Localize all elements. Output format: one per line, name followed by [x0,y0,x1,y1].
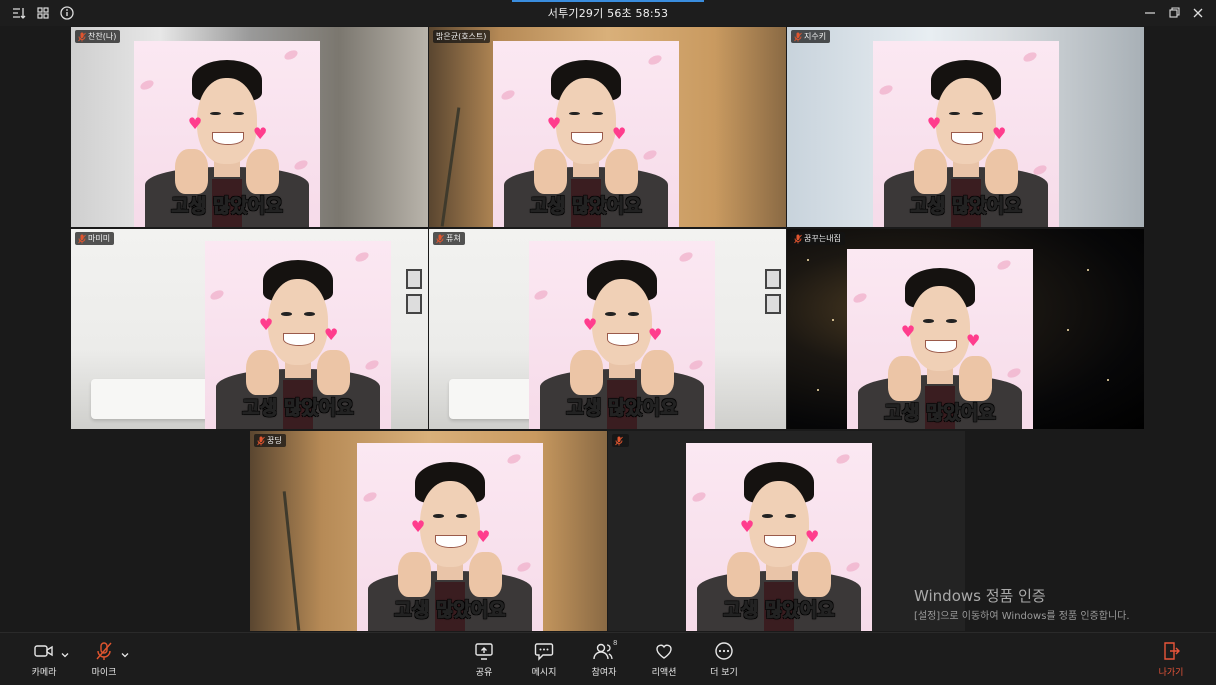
muted-mic-icon [96,642,112,660]
video-feed: ♥ ♥ 고생 많았어요 [493,41,679,227]
participant-nametag [612,434,629,447]
chat-icon [534,643,554,661]
minimize-icon[interactable] [1142,5,1158,21]
activation-watermark-subtitle: [설정]으로 이동하여 Windows를 정품 인증합니다. [914,611,1130,622]
camera-label: 카메라 [31,668,57,678]
more-button[interactable]: 더 보기 [696,641,752,681]
share-screen-icon [475,643,493,660]
reaction-button[interactable]: 리액션 [636,641,692,681]
video-feed: ♥ ♥ 고생 많았어요 [873,41,1059,227]
video-tile[interactable]: ♥ ♥ 고생 많았어요 마미미 [71,229,428,429]
video-caption: 고생 많았어요 [884,401,997,424]
message-label: 메시지 [531,668,557,678]
muted-mic-icon [78,32,86,41]
muted-mic-icon [794,32,802,41]
share-label: 공유 [475,668,493,678]
exit-door-icon [1164,642,1180,660]
more-label: 더 보기 [710,668,738,678]
video-tile[interactable]: ♥ ♥ 고생 많았어요 밝은균(호스트) [429,27,786,227]
video-caption: 고생 많았어요 [171,194,284,217]
video-caption: 고생 많았어요 [394,598,507,621]
video-caption: 고생 많았어요 [910,194,1023,217]
muted-mic-icon [615,436,623,445]
video-feed: ♥ ♥ 고생 많았어요 [134,41,320,227]
participant-nametag: 꿈꾸는내집 [791,232,845,245]
participant-nametag: 찬찬(나) [75,30,121,43]
heart-icon [656,644,672,659]
participant-name: 꿈꾸는내집 [804,234,841,243]
video-caption: 고생 많았어요 [723,598,836,621]
video-tile[interactable]: ♥ ♥ 고생 많았어요 [608,431,965,631]
participant-nametag: 지수키 [791,30,831,43]
video-feed: ♥ ♥ 고생 많았어요 [529,241,715,429]
video-feed: ♥ ♥ 고생 많았어요 [686,443,872,631]
title-bar: 서투기29기 56초 58:53 [0,0,1216,26]
share-button[interactable]: 공유 [456,641,512,681]
participant-nametag: 밝은균(호스트) [433,30,491,43]
muted-mic-icon [436,234,444,243]
participants-button[interactable]: 8 참여자 [576,639,632,681]
video-tile[interactable]: ♥ ♥ 고생 많았어요 꿈꾸는내집 [787,229,1144,429]
activation-watermark-title: Windows 정품 인증 [914,587,1046,605]
camera-icon [34,645,53,657]
participant-nametag: 퓨쳐 [433,232,465,245]
muted-mic-icon [78,234,86,243]
window-title: 서투기29기 56초 58:53 [547,7,669,20]
muted-mic-icon [257,436,265,445]
leave-button[interactable]: 나가기 [1143,641,1199,681]
video-caption: 고생 많았어요 [530,194,643,217]
meeting-toolbar: 카메라 마이크 공유 메시지 8 참여자 리액션 더 보기 나가기 [0,632,1216,685]
participants-label: 참여자 [591,668,617,678]
mic-label: 마이크 [91,668,117,678]
video-tile[interactable]: ♥ ♥ 고생 많았어요 찬찬(나) [71,27,428,227]
participant-nametag: 마미미 [75,232,115,245]
video-tile[interactable]: ♥ ♥ 고생 많았어요 퓨쳐 [429,229,786,429]
title-accent-line [512,0,704,2]
participants-count-badge: 8 [613,639,618,647]
participant-name: 꿍딩 [267,436,282,445]
participant-name: 퓨쳐 [446,234,461,243]
muted-mic-icon [794,234,802,243]
chevron-down-icon[interactable] [60,645,70,658]
leave-label: 나가기 [1158,668,1184,678]
video-feed: ♥ ♥ 고생 많았어요 [205,241,391,429]
video-caption: 고생 많았어요 [242,396,355,419]
participant-name: 밝은균(호스트) [436,32,487,41]
close-icon[interactable] [1190,5,1206,21]
video-feed: ♥ ♥ 고생 많았어요 [847,249,1033,429]
chevron-down-icon[interactable] [120,645,130,658]
participant-name: 지수키 [804,32,827,41]
video-caption: 고생 많았어요 [566,396,679,419]
video-tile[interactable]: ♥ ♥ 고생 많았어요 꿍딩 [250,431,607,631]
participant-nametag: 꿍딩 [254,434,286,447]
participant-name: 마미미 [88,234,111,243]
message-button[interactable]: 메시지 [516,641,572,681]
video-feed: ♥ ♥ 고생 많았어요 [357,443,543,631]
participant-name: 찬찬(나) [88,32,117,41]
more-icon [715,642,733,660]
video-tile[interactable]: ♥ ♥ 고생 많았어요 지수키 [787,27,1144,227]
reaction-label: 리액션 [651,668,677,678]
restore-icon[interactable] [1166,5,1182,21]
